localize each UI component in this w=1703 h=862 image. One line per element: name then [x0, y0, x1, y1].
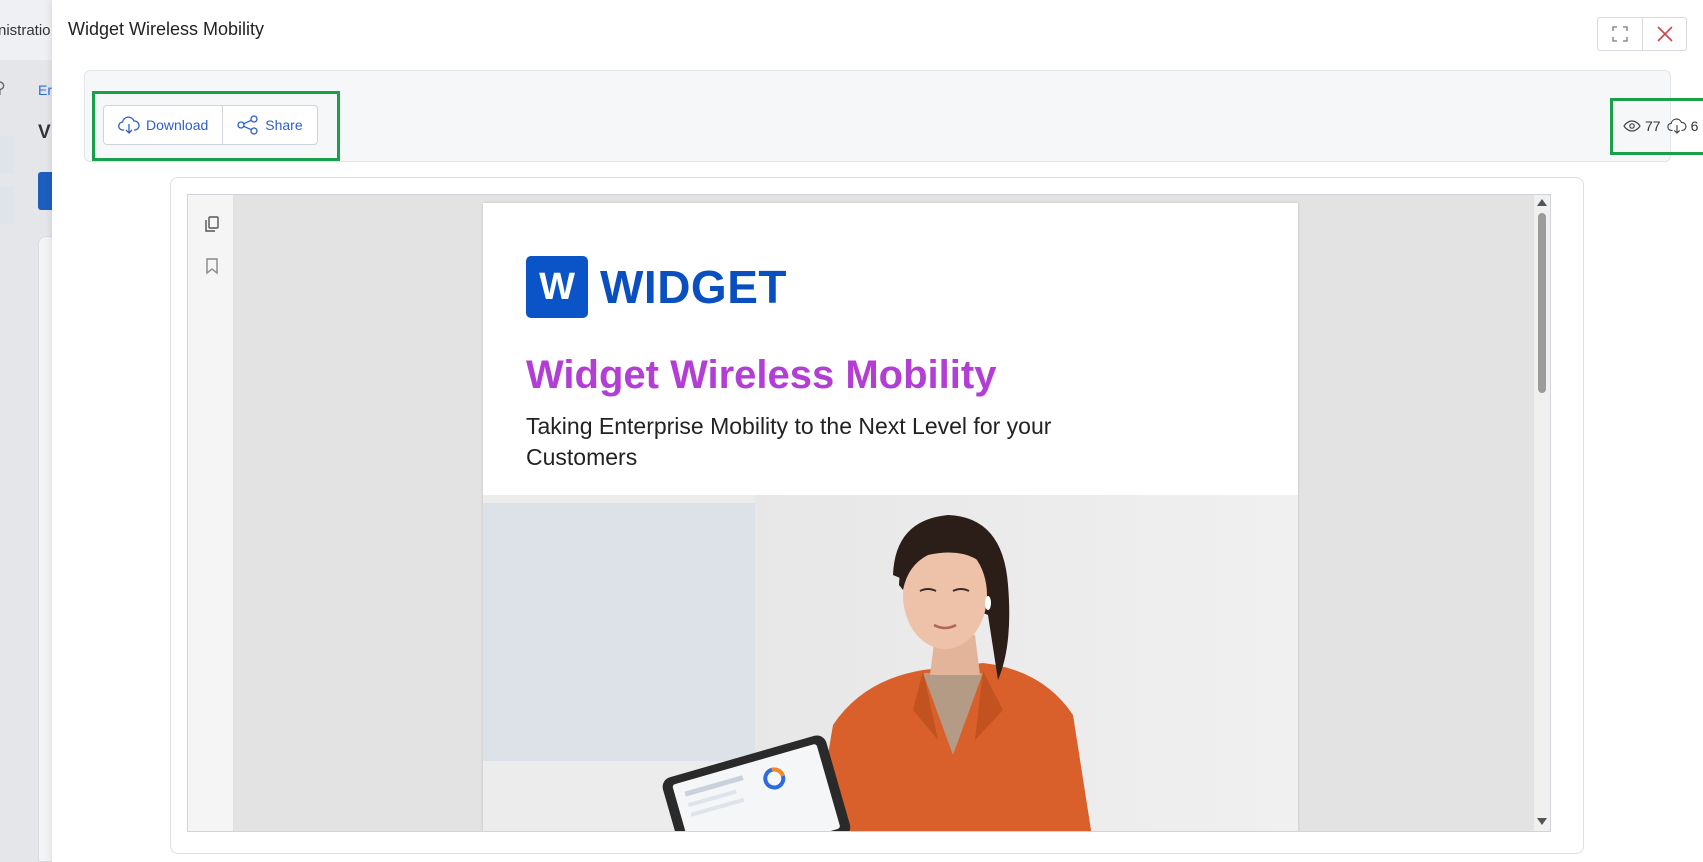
- document-title: Widget Wireless Mobility: [526, 353, 997, 397]
- bookmark-icon: [206, 258, 218, 275]
- maximize-icon: [1612, 26, 1628, 42]
- scroll-up-arrow[interactable]: [1537, 199, 1547, 206]
- background-heading: V: [38, 122, 51, 143]
- views-count: 77: [1645, 118, 1661, 134]
- cloud-download-icon: [118, 116, 140, 134]
- download-label: Download: [146, 117, 209, 133]
- pdf-viewer[interactable]: W WIDGET Widget Wireless Mobility Taking…: [187, 194, 1551, 832]
- downloads-count: 6: [1690, 118, 1699, 134]
- close-icon: [1656, 26, 1673, 42]
- document-stats: 77 6: [1623, 118, 1698, 134]
- document-preview-modal: Widget Wireless Mobility Download Share …: [52, 0, 1703, 862]
- share-button[interactable]: Share: [222, 106, 316, 144]
- preview-toolbar: Download Share 77 6: [84, 70, 1703, 162]
- actions-highlight: Download Share: [92, 91, 340, 161]
- background-nav-item[interactable]: [0, 186, 14, 224]
- action-button-group: Download Share: [103, 105, 318, 145]
- pages-icon: [205, 216, 219, 232]
- vertical-scrollbar[interactable]: [1534, 195, 1550, 831]
- background-app: nistratio ⚲ Er V: [0, 0, 52, 862]
- hero-photo: [483, 495, 1298, 831]
- viewer-frame: W WIDGET Widget Wireless Mobility Taking…: [170, 177, 1584, 854]
- logo-text: WIDGET: [600, 261, 787, 313]
- document-page: W WIDGET Widget Wireless Mobility Taking…: [483, 203, 1298, 831]
- page-header: W WIDGET Widget Wireless Mobility Taking…: [483, 203, 1298, 493]
- woman-with-tablet-illustration: [662, 515, 1092, 831]
- background-nav-item[interactable]: [0, 136, 14, 174]
- bookmarks-button[interactable]: [203, 257, 221, 275]
- downloads-stat: 6: [1666, 118, 1699, 134]
- share-label: Share: [265, 117, 303, 133]
- pages-button[interactable]: [203, 215, 221, 233]
- widget-logo: W WIDGET: [526, 256, 787, 318]
- logo-mark: W: [526, 256, 588, 318]
- modal-title: Widget Wireless Mobility: [68, 19, 265, 39]
- maximize-button[interactable]: [1598, 18, 1642, 50]
- stats-highlight: 77 6: [1610, 98, 1703, 155]
- share-icon: [237, 115, 258, 135]
- download-button[interactable]: Download: [104, 106, 222, 144]
- window-controls: [1597, 17, 1687, 51]
- cloud-download-icon: [1666, 118, 1687, 134]
- background-card: [38, 236, 52, 862]
- close-button[interactable]: [1642, 18, 1686, 50]
- eye-icon: [1623, 120, 1641, 132]
- views-stat: 77: [1623, 118, 1661, 134]
- pin-icon[interactable]: ⚲: [0, 78, 6, 98]
- scroll-thumb[interactable]: [1538, 213, 1546, 393]
- document-subtitle: Taking Enterprise Mobility to the Next L…: [526, 413, 1052, 470]
- background-breadcrumb[interactable]: Er: [38, 82, 52, 98]
- background-primary-button[interactable]: [38, 172, 52, 210]
- scroll-down-arrow[interactable]: [1537, 818, 1547, 825]
- viewer-side-tools: [188, 195, 234, 831]
- background-title: nistratio: [0, 22, 51, 39]
